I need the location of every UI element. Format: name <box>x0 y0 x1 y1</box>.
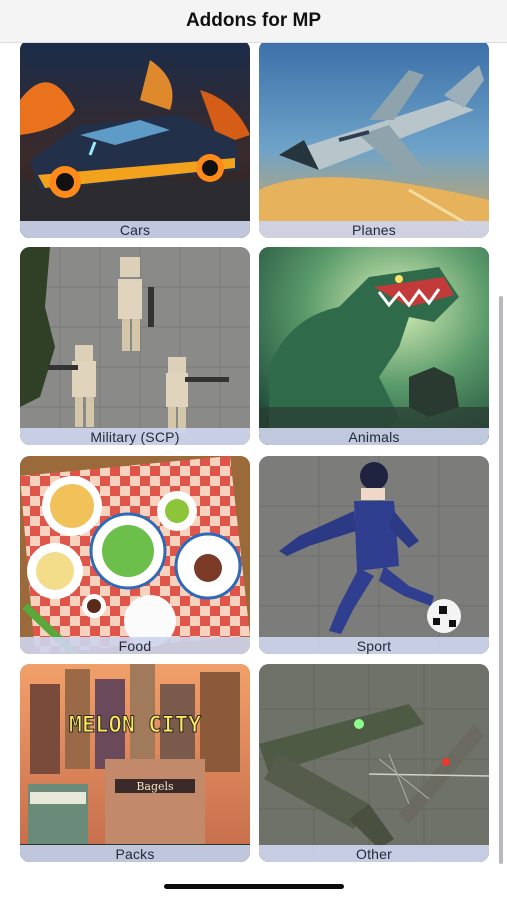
cars-image <box>20 43 250 238</box>
bagels-sign: Bagels <box>136 780 174 793</box>
category-label-bar: Animals <box>259 428 489 445</box>
packs-image: MELON CITY Bagels <box>20 664 250 862</box>
planes-image <box>259 43 489 238</box>
category-label-cars: Cars <box>119 221 151 238</box>
category-label-bar: Military (SCP) <box>20 428 250 445</box>
category-card-food[interactable]: Food <box>20 456 250 654</box>
category-label-food: Food <box>118 637 152 654</box>
sport-image <box>259 456 489 654</box>
category-label-bar: Packs <box>20 845 250 862</box>
category-card-packs[interactable]: MELON CITY Bagels Packs <box>20 664 250 862</box>
category-label-packs: Packs <box>115 845 155 862</box>
category-label-bar: Planes <box>259 221 489 238</box>
category-label-animals: Animals <box>348 428 400 445</box>
category-label-military: Military (SCP) <box>90 428 180 445</box>
category-card-military[interactable]: Military (SCP) <box>20 247 250 445</box>
animals-image <box>259 247 489 445</box>
category-card-animals[interactable]: Animals <box>259 247 489 445</box>
category-card-sport[interactable]: Sport <box>259 456 489 654</box>
category-label-bar: Other <box>259 845 489 862</box>
military-image <box>20 247 250 445</box>
category-label-planes: Planes <box>351 221 396 238</box>
category-card-other[interactable]: Other <box>259 664 489 862</box>
category-label-bar: Cars <box>20 221 250 238</box>
category-card-planes[interactable]: Planes <box>259 43 489 238</box>
category-grid[interactable]: Cars Planes Military (SCP) Animals Food … <box>0 43 507 873</box>
scrollbar[interactable] <box>499 296 503 864</box>
other-image <box>259 664 489 862</box>
melon-city-sign: MELON CITY <box>69 713 202 738</box>
category-card-cars[interactable]: Cars <box>20 43 250 238</box>
page-title: Addons for MP <box>185 10 322 31</box>
category-label-bar: Food <box>20 637 250 654</box>
category-label-sport: Sport <box>356 637 392 654</box>
home-indicator[interactable] <box>164 884 344 889</box>
food-image <box>20 456 250 654</box>
category-label-bar: Sport <box>259 637 489 654</box>
category-label-other: Other <box>355 845 392 862</box>
nav-bar: Addons for MP <box>0 0 507 43</box>
